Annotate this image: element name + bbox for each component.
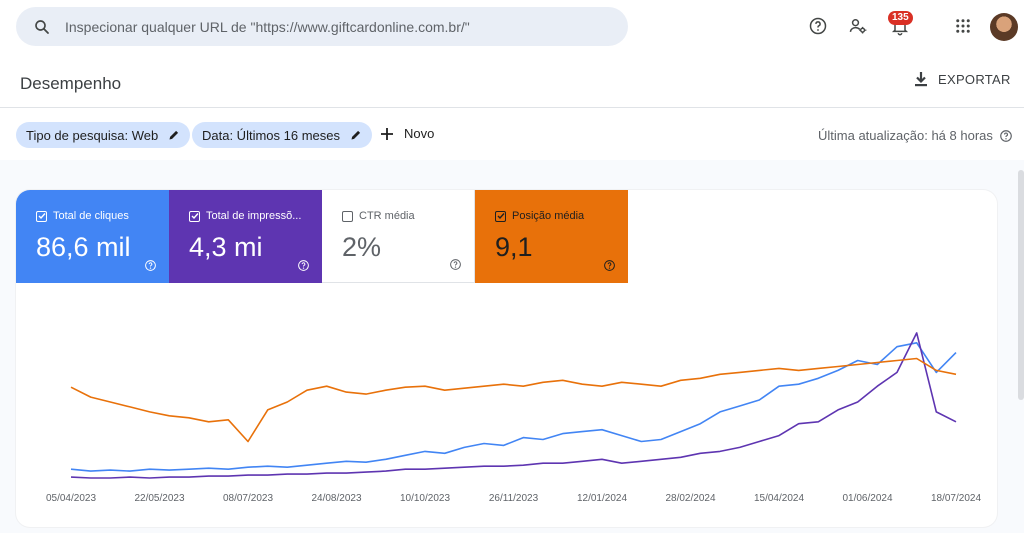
metric-label: Total de cliques (53, 210, 129, 222)
new-filter-button[interactable]: Novo (380, 126, 434, 141)
x-axis-tick-label: 18/07/2024 (931, 493, 981, 504)
edit-pencil-icon (350, 129, 362, 141)
help-icon[interactable] (297, 259, 310, 272)
metric-tile-average-position[interactable]: Posição média 9,1 (475, 190, 628, 283)
x-axis-tick-label: 24/08/2023 (311, 493, 361, 504)
chart-series-line-2 (70, 357, 957, 443)
apps-grid-icon[interactable] (951, 14, 975, 38)
page-header: Desempenho EXPORTAR (0, 54, 1024, 108)
last-update-text: Última atualização: há 8 horas (818, 128, 993, 143)
account-avatar[interactable] (990, 13, 1018, 41)
metric-label: Posição média (512, 210, 585, 222)
notifications-badge: 135 (888, 11, 913, 25)
x-axis-tick-label: 01/06/2024 (842, 493, 892, 504)
checkbox-checked-icon (189, 210, 200, 222)
x-axis-tick-label: 26/11/2023 (489, 493, 539, 504)
x-axis-tick-label: 12/01/2024 (577, 493, 627, 504)
checkbox-unchecked-icon (342, 210, 353, 222)
last-update-status: Última atualização: há 8 horas (818, 128, 1013, 143)
x-axis-tick-label: 28/02/2024 (665, 493, 715, 504)
help-icon[interactable] (144, 259, 157, 272)
download-icon (915, 72, 927, 87)
search-icon (32, 17, 52, 37)
filter-chip-label: Tipo de pesquisa: Web (26, 127, 159, 143)
filter-chip-label: Data: Últimos 16 meses (202, 127, 340, 143)
metric-tile-average-ctr[interactable]: CTR média 2% (322, 190, 475, 283)
help-icon[interactable] (999, 129, 1013, 143)
metric-tile-total-clicks[interactable]: Total de cliques 86,6 mil (16, 190, 169, 283)
search-input[interactable] (65, 18, 585, 35)
help-icon[interactable] (603, 259, 616, 272)
user-settings-icon[interactable] (846, 14, 870, 38)
help-icon[interactable] (806, 14, 830, 38)
help-icon[interactable] (449, 258, 462, 271)
chart-series-line-1 (70, 332, 957, 479)
x-axis-tick-label: 15/04/2024 (754, 493, 804, 504)
checkbox-checked-icon (495, 210, 506, 222)
x-axis-tick-label: 10/10/2023 (400, 493, 450, 504)
new-filter-label: Novo (404, 126, 435, 141)
metric-label: Total de impressõ... (206, 210, 302, 222)
filter-bar: Tipo de pesquisa: Web Data: Últimos 16 m… (0, 110, 1024, 160)
top-bar: 135 (0, 0, 1024, 54)
performance-line-chart[interactable]: 05/04/2023 22/05/2023 08/07/2023 24/08/2023… (16, 283, 997, 527)
url-inspection-search[interactable] (16, 7, 628, 46)
export-button[interactable]: EXPORTAR (914, 71, 1011, 87)
page-title: Desempenho (20, 74, 122, 93)
x-axis-tick-label: 05/04/2023 (46, 493, 96, 504)
performance-card: Total de cliques 86,6 mil Total de impre… (16, 190, 997, 527)
checkbox-checked-icon (36, 210, 47, 222)
x-axis-tick-label: 22/05/2023 (134, 493, 184, 504)
export-label: EXPORTAR (938, 71, 1011, 87)
metric-label: CTR média (359, 210, 415, 222)
plus-icon (381, 127, 393, 140)
filter-chip-date[interactable]: Data: Últimos 16 meses (192, 122, 372, 148)
x-axis-tick-label: 08/07/2023 (223, 493, 273, 504)
edit-pencil-icon (168, 129, 180, 141)
page-scrollbar[interactable] (1018, 170, 1024, 400)
chart-series-line-0 (70, 342, 957, 472)
metric-tile-total-impressions[interactable]: Total de impressõ... 4,3 mi (169, 190, 322, 283)
filter-chip-search-type[interactable]: Tipo de pesquisa: Web (16, 122, 191, 148)
